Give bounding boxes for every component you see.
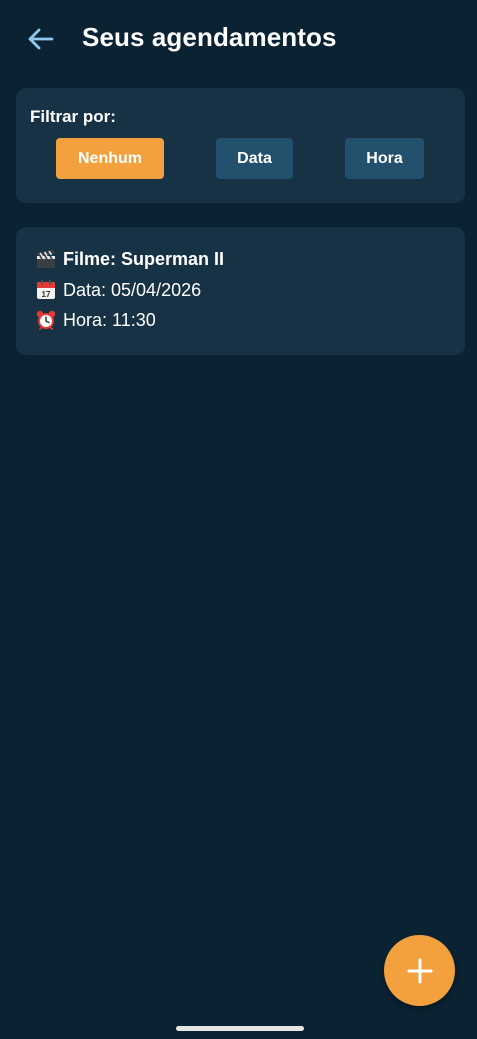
appointment-movie: Filme: Superman II (63, 248, 225, 269)
appointment-time-row: Hora: 11:30 (35, 309, 156, 331)
filter-time-button[interactable]: Hora (345, 138, 424, 179)
home-indicator[interactable] (176, 1026, 304, 1031)
arrow-left-icon (28, 28, 54, 50)
appointment-date: Data: 05/04/2026 (63, 279, 202, 300)
add-appointment-button[interactable] (384, 935, 455, 1006)
plus-icon (407, 958, 432, 983)
filter-date-button[interactable]: Data (216, 138, 293, 179)
appointment-time: Hora: 11:30 (63, 309, 156, 330)
back-button[interactable] (22, 24, 58, 54)
page-title: Seus agendamentos (82, 22, 337, 52)
calendar-icon: 17 (37, 280, 55, 299)
appointment-card[interactable]: Filme: Superman II 17 Data: 05/04/2026 H… (16, 227, 465, 355)
filter-label: Filtrar por: (30, 107, 116, 126)
filter-card: Filtrar por: Nenhum Data Hora (16, 88, 465, 203)
clapperboard-icon (37, 250, 55, 268)
svg-text:17: 17 (42, 290, 51, 299)
appointment-date-row: 17 Data: 05/04/2026 (35, 279, 201, 301)
alarm-clock-icon (36, 310, 56, 330)
app-header: Seus agendamentos (0, 0, 477, 80)
filter-none-button[interactable]: Nenhum (56, 138, 164, 179)
appointment-movie-row: Filme: Superman II (35, 248, 224, 270)
